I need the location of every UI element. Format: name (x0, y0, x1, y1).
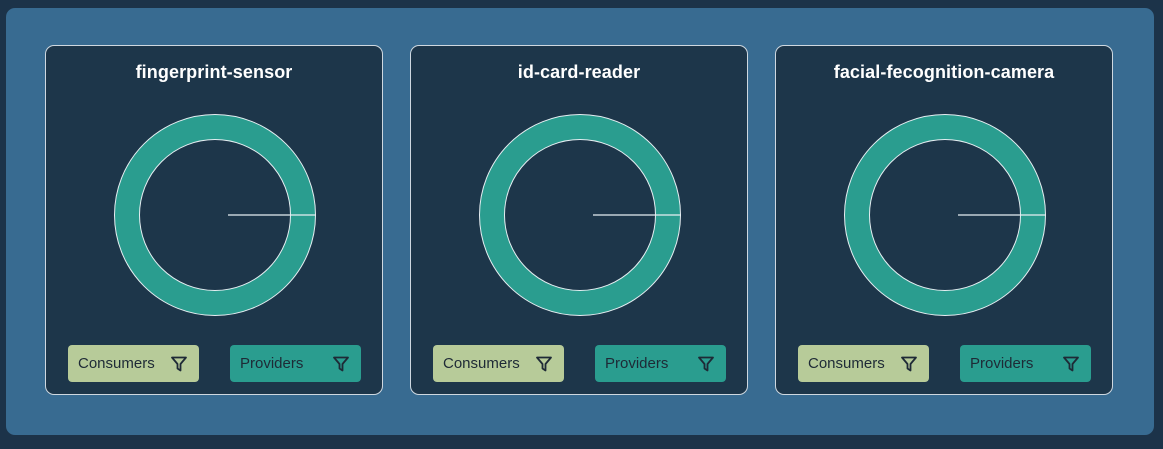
device-card-facial-fecognition-camera: facial-fecognition-camera Consumers Prov… (775, 45, 1113, 395)
device-card-id-card-reader: id-card-reader Consumers Providers (410, 45, 748, 395)
device-card-fingerprint-sensor: fingerprint-sensor Consumers Providers (45, 45, 383, 395)
providers-button-label: Providers (240, 355, 304, 372)
card-title: id-card-reader (517, 62, 641, 82)
card-title: facial-fecognition-camera (833, 62, 1055, 82)
filter-icon (1063, 356, 1079, 372)
donut-chart[interactable] (844, 114, 1046, 316)
providers-button-label: Providers (970, 355, 1034, 372)
consumers-filter-button[interactable]: Consumers (798, 345, 929, 382)
filter-icon (536, 356, 552, 372)
consumers-button-label: Consumers (808, 355, 885, 372)
filter-icon (333, 356, 349, 372)
donut-chart[interactable] (114, 114, 316, 316)
providers-filter-button[interactable]: Providers (230, 345, 361, 382)
providers-button-label: Providers (605, 355, 669, 372)
donut-chart[interactable] (479, 114, 681, 316)
dashboard-panel: fingerprint-sensor Consumers Providers i… (6, 8, 1154, 435)
consumers-filter-button[interactable]: Consumers (68, 345, 199, 382)
consumers-button-label: Consumers (443, 355, 520, 372)
providers-filter-button[interactable]: Providers (960, 345, 1091, 382)
filter-icon (901, 356, 917, 372)
providers-filter-button[interactable]: Providers (595, 345, 726, 382)
filter-icon (698, 356, 714, 372)
consumers-button-label: Consumers (78, 355, 155, 372)
card-title: fingerprint-sensor (135, 62, 293, 82)
consumers-filter-button[interactable]: Consumers (433, 345, 564, 382)
filter-icon (171, 356, 187, 372)
